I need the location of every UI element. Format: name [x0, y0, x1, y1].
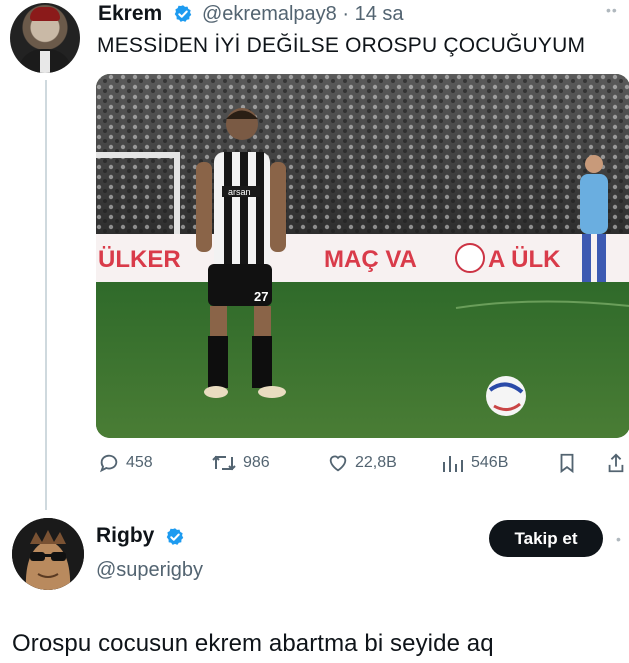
views-icon: [441, 452, 465, 474]
bookmark-button[interactable]: [556, 452, 578, 474]
reply-author-handle[interactable]: @superigby: [96, 559, 203, 582]
more-icon[interactable]: •: [616, 531, 621, 547]
retweet-icon: [211, 452, 237, 474]
jersey-sponsor: arsan: [228, 187, 251, 197]
author-avatar[interactable]: [10, 3, 80, 73]
follow-button[interactable]: Takip et: [489, 520, 603, 557]
verified-icon: [165, 527, 185, 547]
like-count: 22,8B: [355, 454, 397, 471]
reply-author-name[interactable]: Rigby: [96, 524, 154, 548]
bookmark-icon: [556, 452, 578, 474]
author-name[interactable]: Ekrem: [98, 2, 162, 26]
thread-line: [45, 80, 47, 510]
avatar-cap: [30, 7, 60, 21]
tweet-text: MESSİDEN İYİ DEĞİLSE OROSPU ÇOCUĞUYUM: [97, 34, 586, 57]
banner-text-right: A ÜLK: [488, 246, 561, 273]
views-count: 546B: [471, 454, 509, 471]
reply-icon: [98, 452, 120, 474]
reply-button[interactable]: 458: [98, 452, 153, 474]
like-button[interactable]: 22,8B: [327, 452, 397, 474]
author-handle[interactable]: @ekremalpay8 · 14 sa: [202, 3, 404, 26]
banner-text-left: ÜLKER: [98, 246, 181, 273]
like-icon: [327, 452, 349, 474]
avatar-shirt-stripe: [40, 51, 50, 73]
tweet-media-image[interactable]: ÜLKER MAÇ VA A ÜLK arsan 27: [96, 74, 629, 438]
verified-icon: [173, 4, 193, 24]
retweet-button[interactable]: 986: [211, 452, 270, 474]
reply-text: Orospu cocusun ekrem abartma bi seyide a…: [12, 630, 494, 657]
reply-author-avatar[interactable]: [12, 518, 84, 590]
share-button[interactable]: [606, 452, 626, 474]
reply-count: 458: [126, 454, 153, 471]
banner-text-center: MAÇ VA: [324, 246, 417, 273]
more-icon[interactable]: ••: [606, 2, 618, 18]
retweet-count: 986: [243, 454, 270, 471]
jersey-number: 27: [254, 289, 268, 304]
views-button[interactable]: 546B: [441, 452, 508, 474]
share-icon: [606, 452, 626, 474]
